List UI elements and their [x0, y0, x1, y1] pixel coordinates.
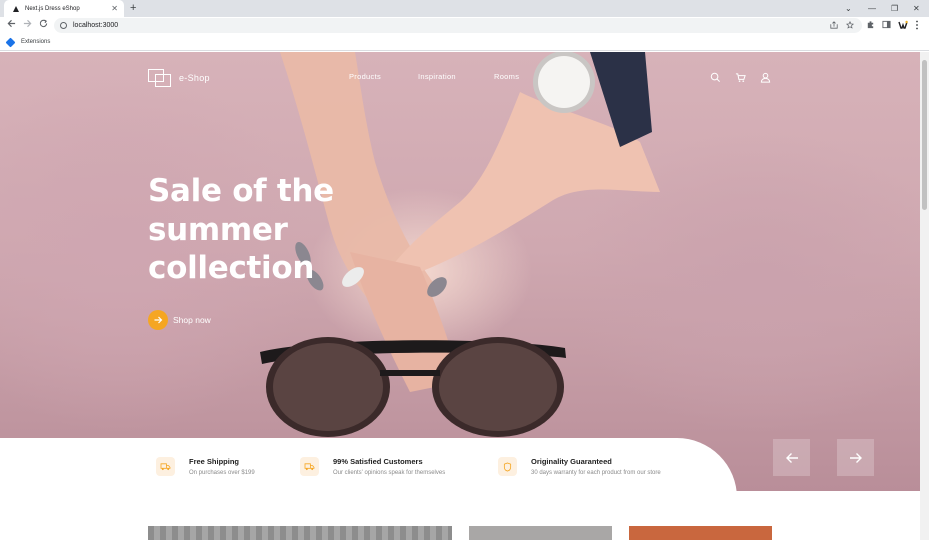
shield-icon: [498, 457, 517, 476]
user-icon[interactable]: [760, 70, 772, 83]
category-image-3[interactable]: [629, 526, 772, 540]
nav-inspiration[interactable]: Inspiration: [418, 72, 456, 81]
site-logo[interactable]: e-Shop: [148, 69, 210, 87]
search-icon[interactable]: [710, 70, 722, 82]
maximize-button[interactable]: ❐: [891, 0, 898, 17]
minimize-button[interactable]: —: [868, 0, 876, 17]
page-scrollbar[interactable]: [920, 52, 929, 540]
shop-now-label: Shop now: [173, 315, 211, 325]
feature-title: 99% Satisfied Customers: [333, 457, 423, 466]
web-page: e-Shop Products Inspiration Rooms Sale o…: [0, 52, 920, 540]
browser-toolbar: localhost:3000: [0, 17, 929, 34]
tab-title: Next.js Dress eShop: [25, 5, 80, 12]
nav-products[interactable]: Products: [349, 72, 381, 81]
headline-line-2: summer: [148, 211, 288, 248]
browser-tab[interactable]: Next.js Dress eShop ✕: [4, 0, 124, 17]
address-bar[interactable]: localhost:3000: [54, 18, 862, 33]
feature-free-shipping: Free Shipping On purchases over $199: [156, 457, 255, 478]
headline-line-3: collection: [148, 250, 315, 286]
scrollbar-thumb[interactable]: [922, 60, 927, 210]
delivery-truck-icon: [300, 457, 319, 476]
feature-subtitle: On purchases over $199: [189, 470, 255, 476]
cart-icon[interactable]: [735, 70, 747, 82]
truck-icon: [156, 457, 175, 476]
profile-avatar-icon[interactable]: [898, 20, 908, 33]
arrow-right-icon: [148, 310, 168, 330]
hero-banner: e-Shop Products Inspiration Rooms Sale o…: [0, 52, 920, 491]
slider-next-button[interactable]: [837, 439, 874, 476]
feature-title: Free Shipping: [189, 457, 240, 466]
extensions-bookmark-icon: [5, 37, 16, 47]
vercel-icon: [13, 5, 19, 12]
shop-now-button[interactable]: Shop now: [148, 310, 211, 330]
close-window-button[interactable]: ✕: [913, 0, 920, 17]
hero-headline: Sale of the summer collection: [148, 172, 388, 288]
forward-arrow-icon[interactable]: [23, 19, 32, 32]
bookmarks-bar: Extensions: [0, 34, 929, 51]
features-strip: Free Shipping On purchases over $199 99%…: [0, 438, 737, 540]
feature-subtitle: 30 days warranty for each product from o…: [531, 470, 661, 476]
headline-line-1: Sale of the: [148, 173, 334, 209]
extensions-puzzle-icon[interactable]: [866, 20, 875, 32]
bookmark-extensions[interactable]: Extensions: [21, 39, 50, 45]
bookmark-star-icon[interactable]: [846, 21, 854, 29]
slider-prev-button[interactable]: [773, 439, 810, 476]
tab-search-icon[interactable]: ⌄: [845, 0, 852, 17]
category-image-1[interactable]: [148, 526, 452, 540]
close-tab-icon[interactable]: ✕: [111, 4, 118, 13]
feature-satisfied-customers: 99% Satisfied Customers Our clients' opi…: [300, 457, 445, 478]
category-image-2[interactable]: [469, 526, 612, 540]
url-text[interactable]: localhost:3000: [73, 22, 118, 29]
site-info-icon[interactable]: [60, 22, 67, 29]
back-arrow-icon[interactable]: [7, 19, 16, 32]
browser-tab-strip: Next.js Dress eShop ✕ + ⌄ — ❐ ✕: [0, 0, 929, 17]
share-icon[interactable]: [830, 21, 838, 29]
feature-title: Originality Guaranteed: [531, 457, 612, 466]
side-panel-icon[interactable]: [882, 20, 891, 32]
arrow-right-icon: [849, 452, 862, 463]
browser-menu-icon[interactable]: [915, 20, 919, 33]
new-tab-button[interactable]: +: [130, 1, 136, 15]
arrow-left-icon: [785, 452, 798, 463]
nav-rooms[interactable]: Rooms: [494, 72, 519, 81]
feature-subtitle: Our clients' opinions speak for themselv…: [333, 470, 446, 476]
logo-icon: [148, 69, 171, 87]
reload-icon[interactable]: [39, 19, 48, 32]
feature-originality: Originality Guaranteed 30 days warranty …: [498, 457, 661, 478]
logo-text: e-Shop: [179, 73, 210, 83]
